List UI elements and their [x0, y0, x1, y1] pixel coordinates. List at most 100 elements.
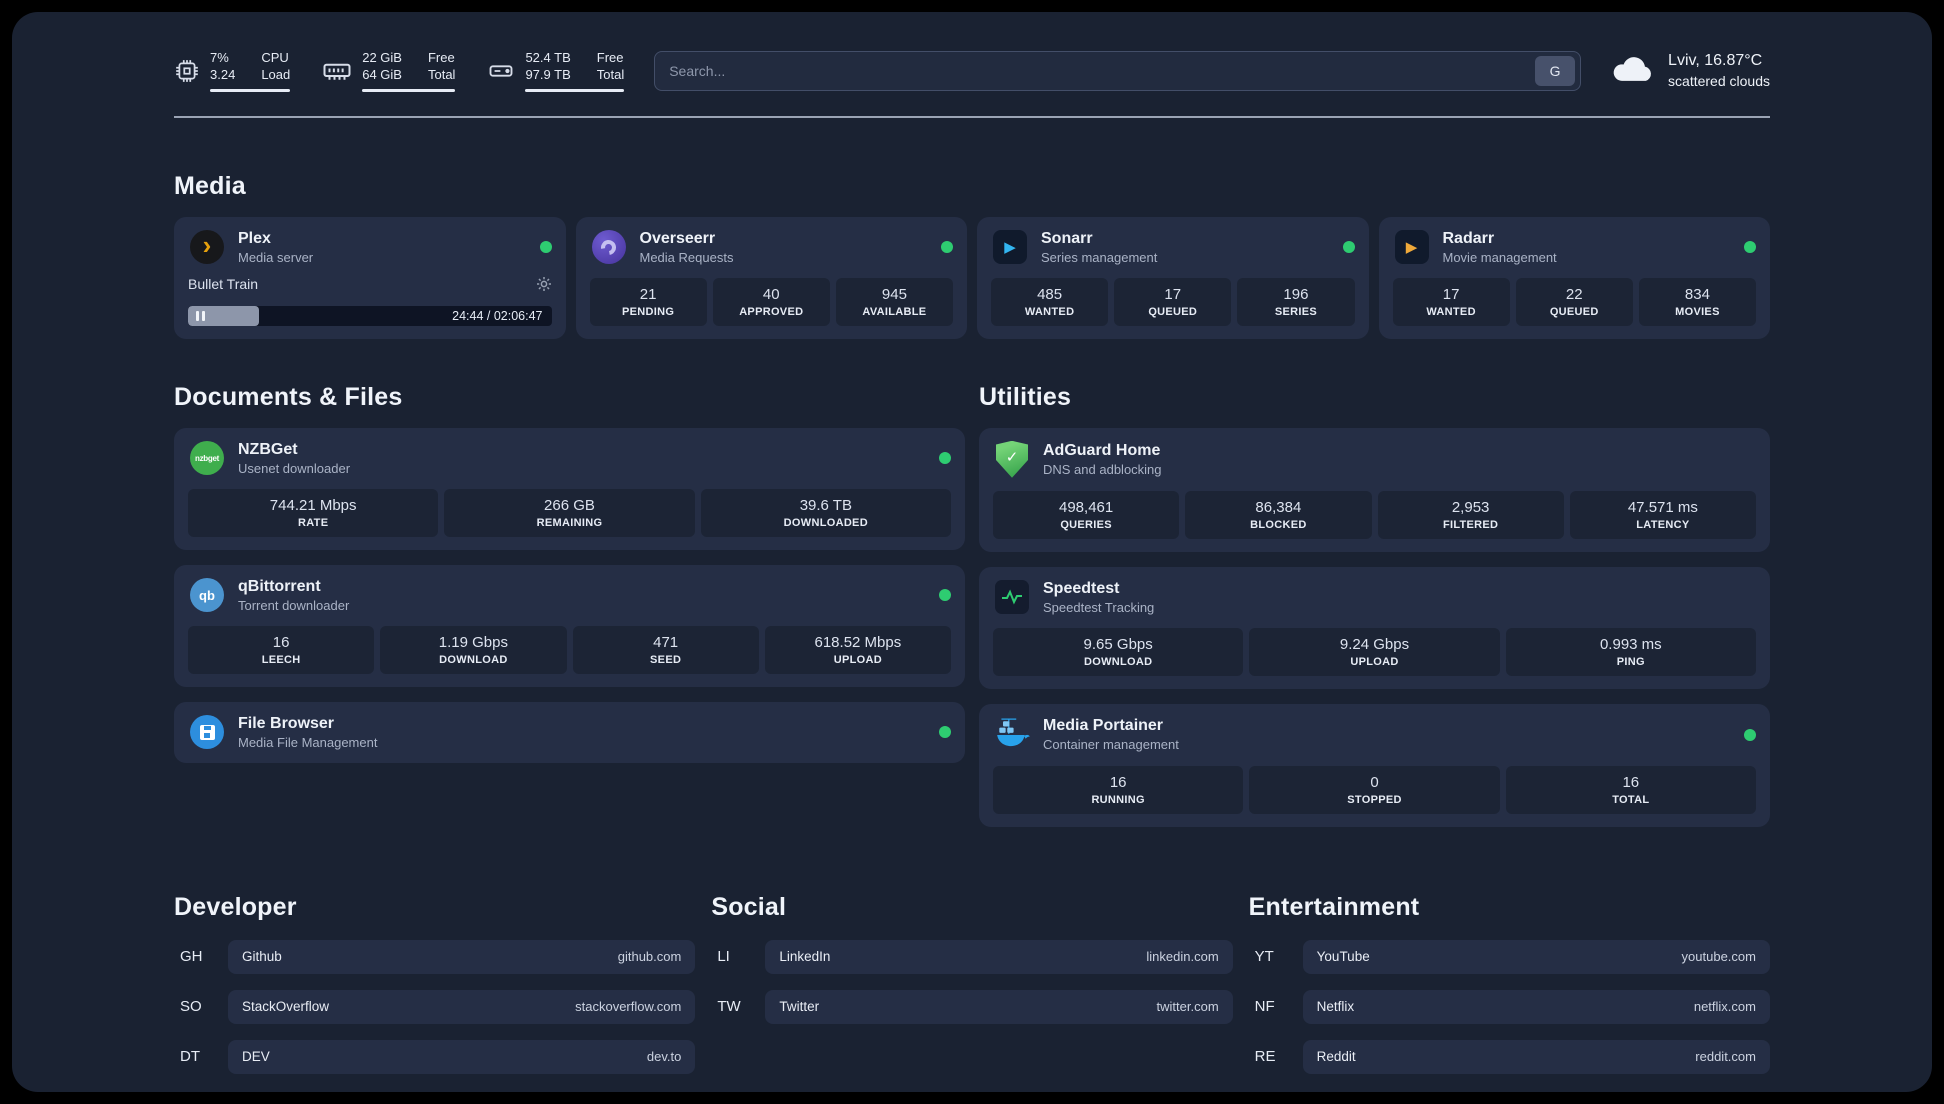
- stat-label: PING: [1616, 655, 1645, 668]
- bookmark-link[interactable]: Reddit reddit.com: [1302, 1039, 1770, 1074]
- bookmark-name: DEV: [242, 1049, 270, 1065]
- disk-icon: [487, 57, 515, 85]
- bookmark-groups: Developer GH Github github.com SO StackO…: [174, 893, 1770, 1074]
- bookmark-link[interactable]: LinkedIn linkedin.com: [765, 939, 1233, 974]
- system-metrics: 7% 3.24 CPU Load 22 GiB 64 GiB Free Total: [174, 50, 625, 92]
- stat-queued: 22 QUEUED: [1515, 277, 1633, 326]
- bookmark-github[interactable]: GH Github github.com: [174, 939, 696, 974]
- status-dot: [1744, 728, 1756, 741]
- stat-label: QUEUED: [1148, 305, 1198, 318]
- bookmark-netflix[interactable]: NF Netflix netflix.com: [1249, 989, 1770, 1024]
- section-title-utilities: Utilities: [979, 382, 1072, 411]
- pause-icon[interactable]: [196, 310, 205, 321]
- metric-usage-bar: [525, 88, 625, 92]
- bookmark-reddit[interactable]: RE Reddit reddit.com: [1249, 1039, 1770, 1074]
- stat-value: 9.65 Gbps: [1083, 635, 1153, 653]
- status-dot: [939, 452, 951, 465]
- stat-value: 16: [1109, 773, 1127, 791]
- bookmark-url: twitter.com: [1156, 999, 1219, 1015]
- app-subtitle: Speedtest Tracking: [1043, 599, 1155, 615]
- bookmark-url: youtube.com: [1681, 949, 1756, 965]
- stat-value: 0: [1370, 773, 1379, 791]
- gear-icon[interactable]: [536, 276, 552, 292]
- metric-usage-bar: [362, 88, 456, 92]
- search-engine-button[interactable]: G: [1535, 55, 1576, 86]
- app-card-sonarr[interactable]: ▶ Sonarr Series management 485 WANTED 17…: [977, 216, 1369, 339]
- stat-label: UPLOAD: [833, 653, 882, 666]
- stat-value: 744.21 Mbps: [269, 496, 357, 514]
- ram-icon: [322, 56, 352, 86]
- stat-seed: 471 SEED: [572, 625, 759, 674]
- stat-value: 21: [639, 285, 657, 303]
- bookmark-dev[interactable]: DT DEV dev.to: [174, 1039, 696, 1074]
- stat-value: 0.993 ms: [1599, 635, 1662, 653]
- weather-widget: Lviv, 16.87°C scattered clouds: [1611, 52, 1770, 89]
- app-name: Media Portainer: [1043, 717, 1164, 735]
- stat-queries: 498,461 QUERIES: [993, 490, 1180, 539]
- search-bar[interactable]: G: [654, 50, 1582, 91]
- stat-tiles: 21 PENDING 40 APPROVED 945 AVAILABLE: [589, 265, 954, 326]
- bookmark-link[interactable]: StackOverflow stackoverflow.com: [228, 989, 696, 1024]
- app-name: NZBGet: [238, 440, 298, 458]
- stat-value: 196: [1283, 285, 1309, 303]
- app-subtitle: Container management: [1043, 737, 1179, 753]
- app-card-qbittorrent[interactable]: qb qBittorrent Torrent downloader 16 LEE…: [174, 564, 965, 687]
- bookmark-name: Github: [242, 949, 282, 965]
- stat-tiles: 485 WANTED 17 QUEUED 196 SERIES: [991, 265, 1355, 326]
- bookmark-abbr: LI: [717, 948, 730, 966]
- app-card-plex[interactable]: › Plex Media server Bullet Train 24:44 /…: [174, 216, 566, 339]
- app-card-speedtest[interactable]: Speedtest Speedtest Tracking 9.65 Gbps D…: [979, 566, 1770, 689]
- stat-label: SERIES: [1274, 305, 1317, 318]
- stat-label: QUEUED: [1549, 305, 1599, 318]
- metric-values: 52.4 TB 97.9 TB: [525, 50, 571, 82]
- bookmark-linkedin[interactable]: LI LinkedIn linkedin.com: [711, 939, 1233, 974]
- stat-label: MOVIES: [1675, 305, 1720, 318]
- bookmark-url: github.com: [617, 949, 682, 965]
- stat-tiles: 16 RUNNING 0 STOPPED 16 TOTAL: [993, 753, 1756, 814]
- stat-label: SEED: [650, 653, 682, 666]
- stat-upload: 9.24 Gbps UPLOAD: [1249, 627, 1500, 676]
- bookmark-youtube[interactable]: YT YouTube youtube.com: [1249, 939, 1770, 974]
- app-card-nzbget[interactable]: nzbget NZBGet Usenet downloader 744.21 M…: [174, 427, 965, 550]
- search-input[interactable]: [669, 62, 1528, 79]
- app-subtitle: Movie management: [1442, 249, 1557, 265]
- stat-value: 17: [1442, 285, 1460, 303]
- bookmark-link[interactable]: DEV dev.to: [228, 1039, 696, 1074]
- stat-label: BLOCKED: [1250, 518, 1307, 531]
- metric-disk: 52.4 TB 97.9 TB Free Total: [487, 50, 625, 92]
- top-bar: 7% 3.24 CPU Load 22 GiB 64 GiB Free Total: [174, 50, 1770, 92]
- app-card-adguard-home[interactable]: ✓ AdGuard Home DNS and adblocking 498,46…: [979, 427, 1770, 552]
- app-subtitle: Media File Management: [238, 734, 378, 750]
- playback-progress-bar[interactable]: 24:44 / 02:06:47: [188, 305, 552, 326]
- stat-value: 22: [1565, 285, 1583, 303]
- app-card-overseerr[interactable]: Overseerr Media Requests 21 PENDING 40 A…: [575, 216, 967, 339]
- status-dot: [939, 726, 951, 739]
- section-title-media: Media: [174, 171, 246, 200]
- stat-value: 945: [881, 285, 907, 303]
- app-card-file-browser[interactable]: File Browser Media File Management: [174, 701, 965, 763]
- bookmark-name: Twitter: [779, 999, 820, 1015]
- app-name: qBittorrent: [238, 577, 321, 595]
- stat-series: 196 SERIES: [1237, 277, 1355, 326]
- stat-label: DOWNLOADED: [783, 516, 868, 529]
- app-subtitle: Media Requests: [639, 249, 734, 265]
- stat-label: TOTAL: [1612, 793, 1650, 806]
- stat-label: UPLOAD: [1350, 655, 1399, 668]
- stat-label: FILTERED: [1442, 518, 1499, 531]
- app-card-media-portainer[interactable]: Media Portainer Container management 16 …: [979, 703, 1770, 827]
- bookmark-link[interactable]: YouTube youtube.com: [1302, 939, 1770, 974]
- stat-blocked: 86,384 BLOCKED: [1185, 490, 1372, 539]
- bookmark-abbr: GH: [180, 948, 203, 966]
- bookmark-link[interactable]: Twitter twitter.com: [765, 989, 1233, 1024]
- bookmark-abbr: NF: [1254, 998, 1275, 1016]
- bookmark-stackoverflow[interactable]: SO StackOverflow stackoverflow.com: [174, 989, 696, 1024]
- bookmark-link[interactable]: Netflix netflix.com: [1302, 989, 1770, 1024]
- app-card-radarr[interactable]: ▶ Radarr Movie management 17 WANTED 22 Q…: [1378, 216, 1770, 339]
- stat-value: 471: [653, 633, 679, 651]
- bookmark-link[interactable]: Github github.com: [228, 939, 696, 974]
- weather-condition: scattered clouds: [1668, 73, 1770, 90]
- bookmark-abbr: YT: [1254, 948, 1274, 966]
- bookmark-twitter[interactable]: TW Twitter twitter.com: [711, 989, 1233, 1024]
- stat-remaining: 266 GB REMAINING: [444, 488, 695, 537]
- weather-location-temp: Lviv, 16.87°C: [1668, 52, 1763, 70]
